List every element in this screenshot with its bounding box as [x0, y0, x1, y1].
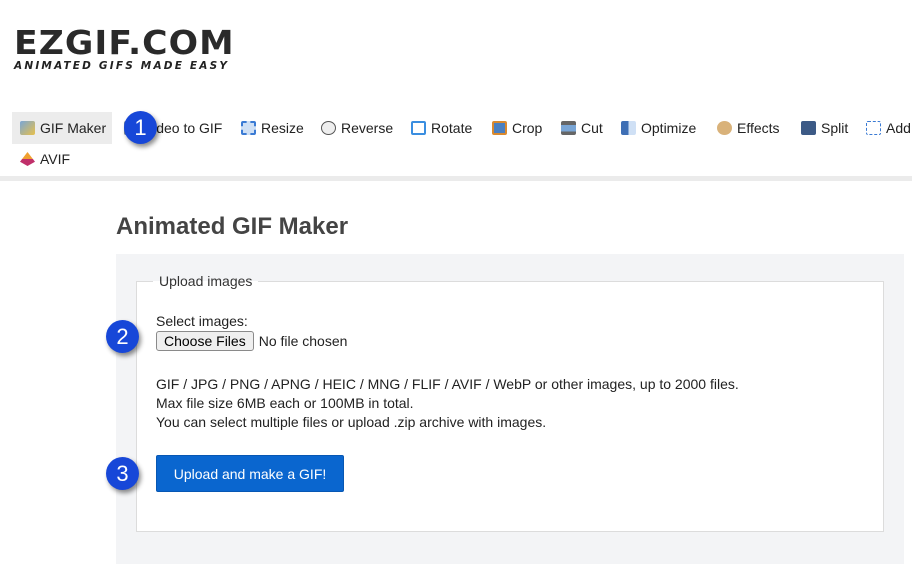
nav-gif-maker[interactable]: GIF Maker	[12, 112, 113, 144]
choose-files-button[interactable]: Choose Files	[156, 331, 254, 351]
upload-fieldset: Upload images Select images: Choose File…	[136, 273, 884, 532]
step-badge-3: 3	[106, 457, 139, 490]
nav-label: Optimize	[641, 120, 697, 136]
resize-icon	[241, 121, 256, 135]
optimize-icon	[621, 121, 636, 135]
add-text-icon	[866, 121, 881, 135]
nav-crop[interactable]: Crop	[492, 112, 542, 144]
nav-add-text[interactable]: Add text	[866, 112, 912, 144]
step-badge-2: 2	[106, 320, 139, 353]
nav-label: Cut	[581, 120, 603, 136]
nav-reverse[interactable]: Reverse	[321, 112, 393, 144]
fieldset-legend: Upload images	[153, 273, 259, 289]
upload-panel: Upload images Select images: Choose File…	[116, 254, 904, 564]
nav-label: Rotate	[431, 120, 473, 136]
logo-text: EZGIF.COM	[14, 23, 235, 62]
nav-label: Effects	[737, 120, 780, 136]
nav-label: Resize	[261, 120, 304, 136]
nav-label: Split	[821, 120, 849, 136]
page-title: Animated GIF Maker	[116, 213, 349, 240]
nav-optimize[interactable]: Optimize	[621, 112, 696, 144]
avif-icon	[20, 152, 35, 166]
nav-split[interactable]: Split	[801, 112, 848, 144]
nav-avif[interactable]: AVIF	[20, 143, 70, 175]
nav-label: AVIF	[40, 151, 71, 167]
file-status: No file chosen	[258, 333, 348, 349]
select-images-label: Select images:	[156, 313, 248, 329]
nav-resize[interactable]: Resize	[241, 112, 304, 144]
info-formats: GIF / JPG / PNG / APNG / HEIC / MNG / FL…	[156, 376, 739, 392]
nav-label: Add text	[886, 120, 912, 136]
step-badge-1: 1	[124, 111, 157, 144]
logo[interactable]: EZGIF.COM ANIMATED GIFS MADE EASY	[14, 26, 234, 72]
nav-label: Crop	[512, 120, 543, 136]
nav-label: GIF Maker	[40, 120, 107, 136]
nav-label: Reverse	[341, 120, 394, 136]
info-multiple: You can select multiple files or upload …	[156, 414, 547, 430]
reverse-icon	[321, 121, 336, 135]
file-input[interactable]: Choose Files No file chosen	[156, 331, 347, 351]
gif-maker-icon	[20, 121, 35, 135]
info-size: Max file size 6MB each or 100MB in total…	[156, 395, 414, 411]
cut-icon	[561, 121, 576, 135]
upload-info: GIF / JPG / PNG / APNG / HEIC / MNG / FL…	[156, 375, 739, 432]
nav-cut[interactable]: Cut	[561, 112, 603, 144]
upload-button[interactable]: Upload and make a GIF!	[156, 455, 344, 492]
crop-icon	[492, 121, 507, 135]
nav-divider	[0, 176, 912, 181]
nav-rotate[interactable]: Rotate	[411, 112, 472, 144]
split-icon	[801, 121, 816, 135]
rotate-icon	[411, 121, 426, 135]
nav-effects[interactable]: Effects	[717, 112, 780, 144]
palette-icon	[717, 121, 732, 135]
